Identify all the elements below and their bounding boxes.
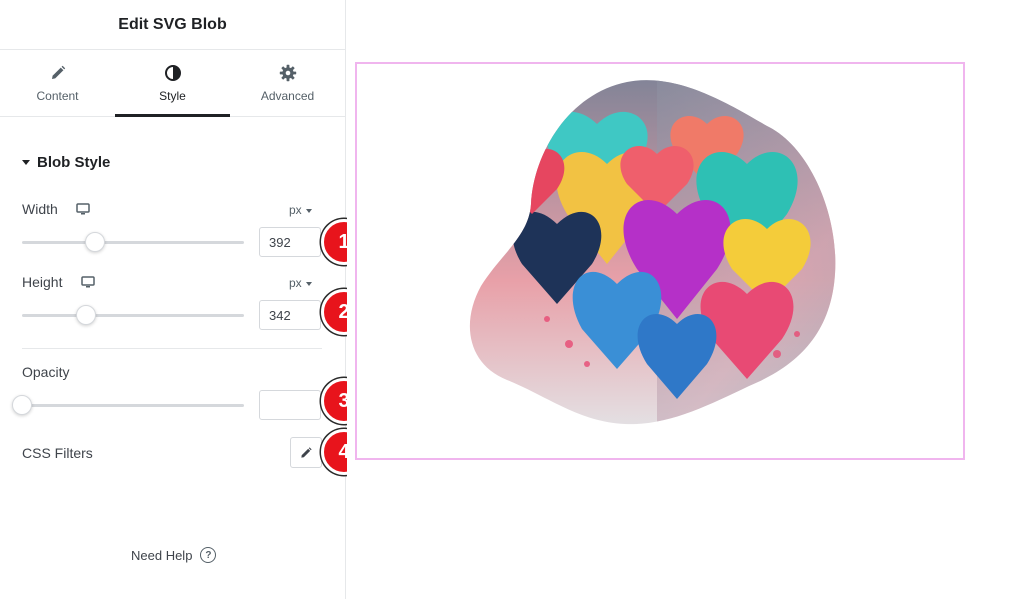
- desktop-icon[interactable]: [81, 276, 95, 288]
- height-unit-value: px: [289, 276, 302, 290]
- width-slider-track: [22, 241, 244, 244]
- height-label: Height: [22, 274, 63, 290]
- help-circle-icon: ?: [200, 547, 217, 563]
- need-help-label: Need Help: [131, 547, 193, 563]
- height-slider-thumb[interactable]: [76, 305, 97, 325]
- caret-down-icon: [22, 160, 30, 165]
- tab-advanced-label: Advanced: [260, 88, 315, 103]
- css-filters-label: CSS Filters: [22, 445, 93, 461]
- chevron-down-icon: [305, 208, 312, 213]
- height-unit-select[interactable]: px: [289, 276, 312, 290]
- section-title: Blob Style: [37, 154, 111, 171]
- tab-content[interactable]: Content: [0, 50, 115, 116]
- contrast-icon: [164, 64, 181, 81]
- width-label: Width: [22, 201, 58, 217]
- divider: [22, 348, 322, 349]
- height-slider-track: [22, 314, 244, 317]
- svg-blob-widget[interactable]: [355, 62, 965, 460]
- gear-icon: [279, 64, 296, 81]
- opacity-slider-track: [22, 404, 244, 407]
- tab-style-label: Style: [159, 88, 186, 103]
- height-slider[interactable]: [22, 305, 244, 325]
- width-slider[interactable]: [22, 232, 244, 252]
- chevron-down-icon: [305, 281, 312, 286]
- pencil-icon: [51, 65, 65, 79]
- width-input[interactable]: [259, 227, 321, 257]
- opacity-label: Opacity: [22, 364, 70, 380]
- opacity-slider[interactable]: [12, 395, 244, 415]
- tab-advanced[interactable]: Advanced: [230, 50, 345, 116]
- pencil-icon: [301, 446, 312, 458]
- need-help-link[interactable]: Need Help ?: [131, 547, 217, 563]
- tab-style[interactable]: Style: [115, 50, 230, 117]
- desktop-icon[interactable]: [76, 203, 90, 215]
- blob-image: [469, 80, 836, 425]
- panel-title: Edit SVG Blob: [118, 15, 227, 33]
- opacity-input[interactable]: [259, 390, 321, 420]
- width-slider-thumb[interactable]: [85, 232, 106, 252]
- blob-style-section-toggle[interactable]: Blob Style: [22, 154, 110, 171]
- editor-panel: Edit SVG Blob Content Style Advanced Blo…: [0, 0, 346, 599]
- preview-canvas: [347, 0, 1024, 599]
- css-filters-edit-button[interactable]: [290, 437, 322, 468]
- width-unit-value: px: [289, 203, 302, 217]
- tab-content-label: Content: [36, 88, 79, 103]
- height-input[interactable]: [259, 300, 321, 330]
- panel-tabs: Content Style Advanced: [0, 50, 345, 117]
- opacity-slider-thumb[interactable]: [12, 395, 32, 415]
- width-unit-select[interactable]: px: [289, 203, 312, 217]
- panel-header: Edit SVG Blob: [0, 0, 345, 50]
